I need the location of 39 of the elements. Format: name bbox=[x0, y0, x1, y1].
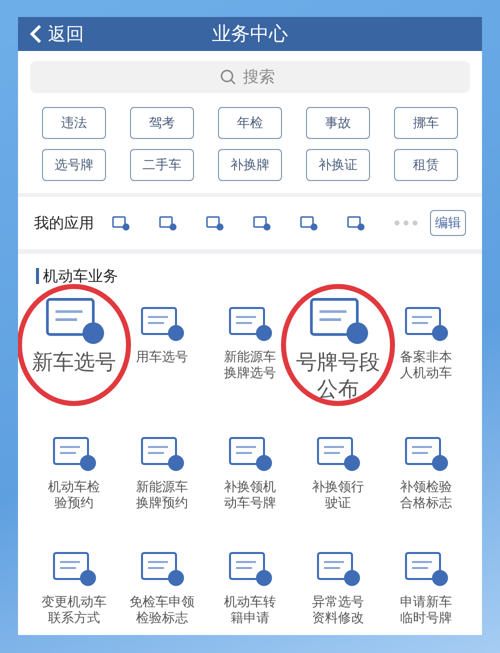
quick-tag[interactable]: 挪车 bbox=[394, 106, 458, 139]
edit-button[interactable]: 编辑 bbox=[430, 210, 466, 236]
service-label[interactable]: 用车选号 bbox=[135, 350, 189, 366]
app-icon[interactable] bbox=[253, 215, 271, 232]
app-icon[interactable] bbox=[112, 215, 130, 232]
quick-tag[interactable]: 补换证 bbox=[306, 148, 370, 181]
service-label[interactable]: 免检车申领检验标志 bbox=[128, 594, 196, 628]
service-label[interactable]: 变更机动车联系方式 bbox=[40, 594, 108, 628]
section-title: 机动车业务 bbox=[36, 268, 470, 284]
service-label[interactable]: 备案非本人机动车 bbox=[399, 350, 453, 382]
quick-tag[interactable]: 补换牌 bbox=[218, 148, 282, 181]
service-label[interactable]: 新能源车换牌选号 bbox=[223, 350, 277, 382]
service-label[interactable]: 机动车检验预约 bbox=[47, 480, 101, 512]
search-icon bbox=[220, 68, 236, 85]
quick-tag[interactable]: 驾考 bbox=[130, 106, 194, 139]
quick-tag[interactable]: 二手车 bbox=[130, 148, 194, 181]
app-icon[interactable] bbox=[206, 215, 224, 232]
quick-tag[interactable]: 选号牌 bbox=[42, 148, 106, 181]
service-label[interactable]: 申请新车临时号牌 bbox=[399, 594, 453, 628]
quick-tag[interactable]: 事故 bbox=[306, 106, 370, 139]
quick-tag[interactable]: 租赁 bbox=[394, 148, 458, 181]
service-label[interactable]: 号牌号段公布 bbox=[294, 349, 382, 402]
back-button[interactable]: 返回 bbox=[30, 22, 84, 46]
service-label[interactable]: 补领检验合格标志 bbox=[399, 480, 453, 512]
section-title: 我的应用 bbox=[34, 214, 94, 233]
app-icon[interactable] bbox=[300, 215, 318, 232]
app-icon[interactable] bbox=[347, 215, 365, 232]
service-label[interactable]: 新能源车换牌预约 bbox=[135, 480, 189, 512]
service-label[interactable]: 补换领行驶证 bbox=[311, 480, 365, 512]
service-label[interactable]: 异常选号资料修改 bbox=[311, 594, 365, 628]
service-label[interactable]: 新车选号 bbox=[30, 349, 118, 376]
search-field[interactable]: 搜索 bbox=[30, 60, 470, 93]
service-label[interactable]: 补换领机动车号牌 bbox=[223, 480, 277, 512]
service-label[interactable]: 机动车转籍申请 bbox=[223, 594, 277, 628]
back-icon bbox=[30, 24, 42, 44]
quick-tag[interactable]: 年检 bbox=[218, 106, 282, 139]
page-title: 业务中心 bbox=[212, 22, 288, 47]
quick-tag[interactable]: 违法 bbox=[42, 106, 106, 139]
app-icon[interactable] bbox=[159, 215, 177, 232]
